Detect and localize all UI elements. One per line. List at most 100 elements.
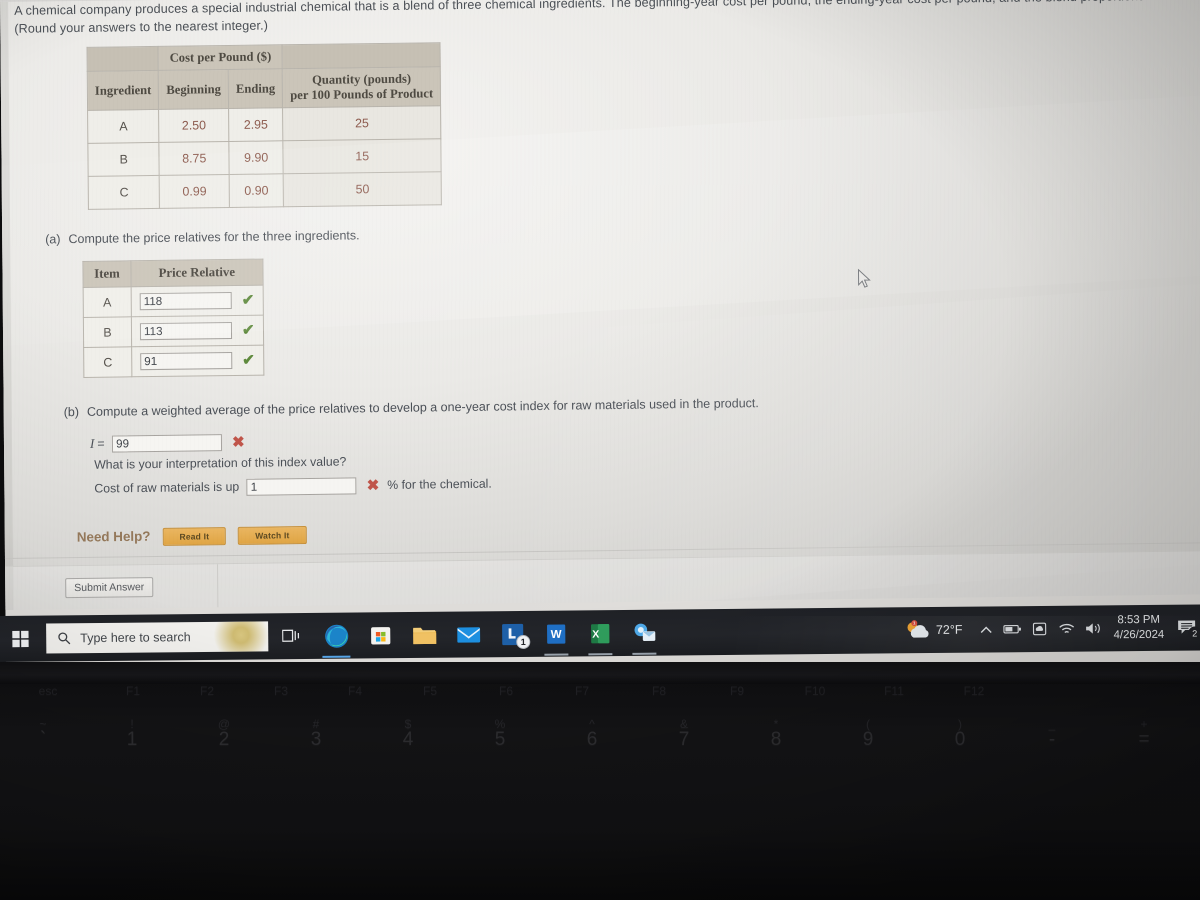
onedrive-icon [1033,622,1047,636]
tray-battery-button[interactable] [1002,606,1023,652]
index-input[interactable]: 99 [112,434,223,453]
taskbar-app-outlook[interactable] [622,610,666,656]
word-icon: W [547,623,566,644]
cell-ingredient: A [87,109,160,144]
keyboard-key-glyph: 0 [954,729,966,750]
windows-logo-icon [11,630,29,647]
start-button[interactable] [0,616,44,662]
taskbar-app-microsoft-edge[interactable] [314,613,358,659]
tray-notifications-button[interactable]: 2 [1172,604,1200,650]
interpretation-suffix: % for the chemical. [387,476,492,492]
submit-answer-button[interactable]: Submit Answer [65,577,154,599]
keyboard-key-0: ) 0 [914,718,1006,750]
part-b-heading: (b) Compute a weighted average of the pri… [64,396,759,419]
interpretation-input[interactable]: 1 [246,477,357,496]
taskbar-app-microsoft-store[interactable] [358,612,402,658]
keyboard-key-f5: F5 [422,684,437,698]
need-help-row: Need Help? Read It Watch It [77,526,307,547]
search-box-decoration-icon [200,621,269,653]
cell-ingredient: C [88,175,160,210]
index-equals: = [97,436,105,451]
keyboard-key-4: $4 [362,718,454,750]
physical-keyboard: esc F1 F2 F3 F4 F5 F6 F7 F8 F9 F10 F11 F12 ~ `! 1 @2 #3 $… [0,660,1200,900]
index-symbol: I [89,435,95,451]
keyboard-key-f6: F6 [498,684,513,698]
cell-ending: 2.95 [228,107,284,142]
correct-check-icon: ✔ [241,321,255,339]
taskbar-search-box[interactable]: Type here to search [46,621,269,654]
cell-beginning: 2.50 [159,108,229,143]
taskbar-app-word[interactable]: W [534,610,578,656]
taskbar-app-linkedin[interactable]: 1 [490,611,534,657]
keyboard-key-glyph: 3 [310,729,322,750]
keyboard-key-9: (9 [822,718,914,750]
excel-icon: X [591,623,610,643]
page-left-gutter [0,1,14,611]
keyboard-key-f4: F4 [347,684,362,698]
taskbar-app-excel[interactable]: X [578,610,622,656]
keyboard-key-2: @2 [178,718,270,750]
part-a-label: (a) [45,232,61,247]
table-row: B 113 ✔ [83,315,264,348]
search-placeholder: Type here to search [80,630,191,646]
tray-onedrive-button[interactable] [1029,606,1050,652]
ingredient-data-table: Cost per Pound ($) Ingredient Beginning … [87,42,443,210]
taskbar-app-file-explorer[interactable] [402,612,446,658]
header-blank-corner [87,46,159,72]
keyboard-key-f9: F9 [729,684,744,698]
price-relative-input-a[interactable]: 118 [139,291,232,311]
keyboard-key-glyph: 4 [402,729,414,750]
header-quantity-line-2: per 100 Pounds of Product [290,86,434,103]
price-relative-input-b[interactable]: 113 [139,321,233,341]
part-a-text: Compute the price relatives for the thre… [68,228,360,247]
table-row: A 118 ✔ [83,285,263,318]
cell-beginning: 8.75 [159,141,230,176]
speaker-icon [1085,623,1100,634]
tray-clock[interactable]: 8:53 PM 4/26/2024 [1113,613,1164,644]
svg-text:W: W [551,628,562,640]
task-view-button[interactable] [268,613,314,659]
keyboard-key-glyph: ` [39,729,47,750]
tray-volume-button[interactable] [1083,605,1104,651]
browser-page: A chemical company produces a special in… [0,0,1200,615]
cell-quantity: 25 [282,105,442,141]
linkedin-badge-count: 1 [516,634,531,650]
read-it-button[interactable]: Read It [162,527,227,546]
system-tray: 1 72°F 8:53 PM 4/26/2024 2 [904,604,1200,653]
part-b-text: Compute a weighted average of the price … [86,396,759,419]
mouse-cursor [857,268,871,288]
keyboard-key-6: ^ 6 [546,718,638,750]
tray-weather[interactable]: 1 72°F [904,619,963,642]
price-relative-table: Item Price Relative A 118 ✔ B 113 ✔ C 91… [82,259,264,378]
keyboard-key-glyph: 8 [770,729,782,750]
submit-panel-inner-divider [217,551,1200,608]
keyboard-key-f7: F7 [574,684,589,698]
search-icon [58,632,71,645]
interpretation-answer-row: Cost of raw materials is up 1 ✖ % for the … [94,476,492,498]
chevron-up-icon [980,626,992,633]
taskbar-app-mail[interactable] [446,611,490,657]
wifi-icon [1059,623,1075,633]
correct-check-icon: ✔ [242,351,255,369]
svg-text:X: X [592,628,599,640]
header-blank-right [282,42,441,69]
interpretation-question: What is your interpretation of this inde… [94,454,347,472]
cell-quantity: 15 [283,138,442,174]
keyboard-key-f3: F3 [273,684,288,698]
cell-ending: 9.90 [228,140,284,175]
keyboard-function-row: esc F1 F2 F3 F4 F5 F6 F7 F8 F9 F10 F11 F12 [0,684,1200,698]
price-relative-header-row: Item Price Relative [82,259,263,288]
incorrect-x-icon: ✖ [232,434,245,452]
tray-wifi-button[interactable] [1056,606,1077,652]
keyboard-key-glyph: 7 [678,729,690,750]
keyboard-key-f11: F11 [884,684,904,698]
tray-chevron-button[interactable] [975,606,996,652]
cell-item: B [83,316,132,348]
cell-item: C [83,346,132,378]
watch-it-button[interactable]: Watch It [238,526,307,545]
table-row: A 2.50 2.95 25 [87,105,442,144]
task-view-icon [282,629,300,642]
keyboard-key-f12: F12 [963,684,985,698]
keyboard-key-glyph: 6 [586,729,598,750]
price-relative-input-c[interactable]: 91 [140,351,233,371]
